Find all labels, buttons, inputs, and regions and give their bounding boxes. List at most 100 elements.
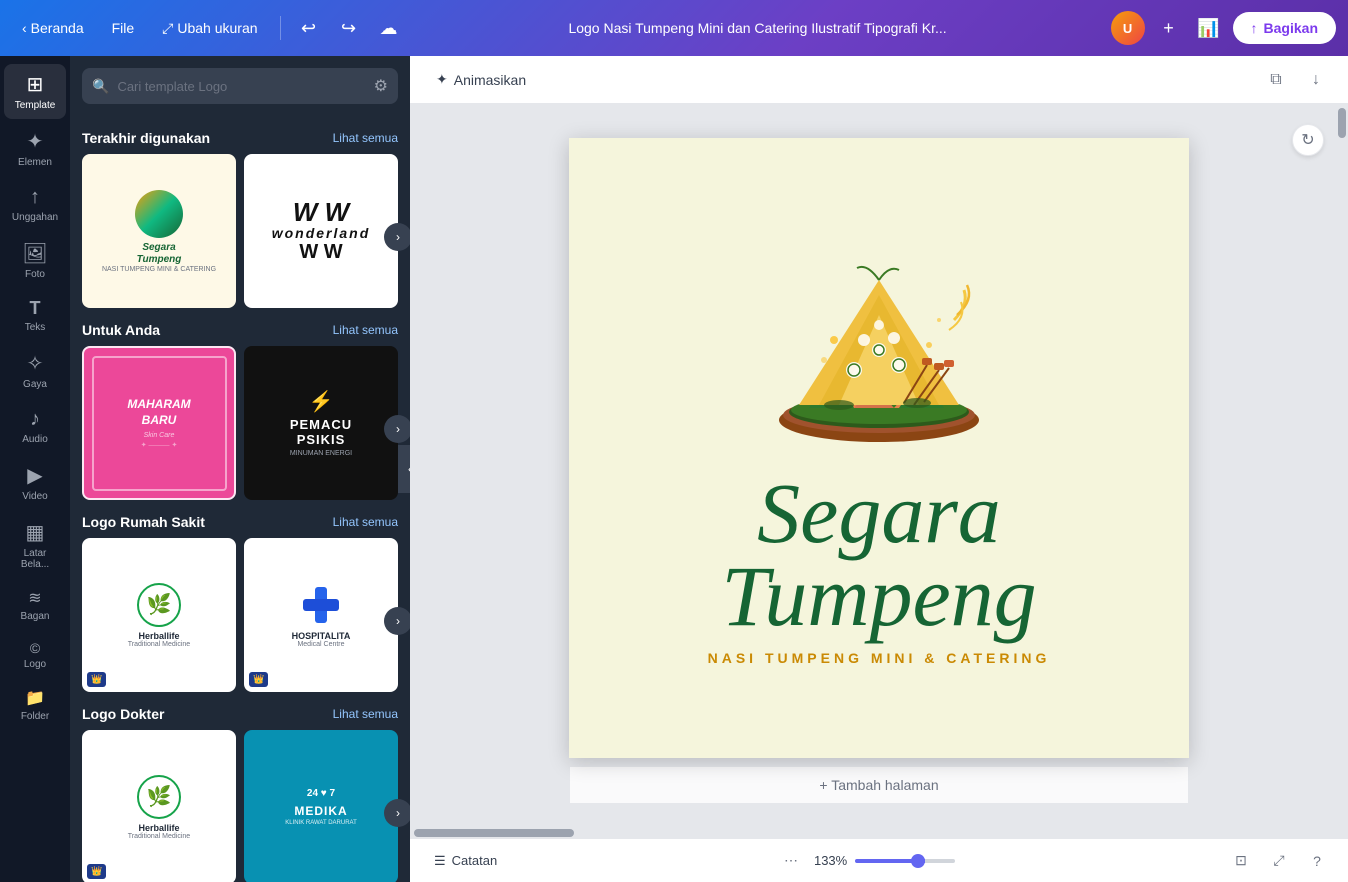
- tumpeng-svg: [739, 230, 1019, 450]
- add-page-bar[interactable]: + Tambah halaman: [569, 766, 1189, 804]
- bottom-bar: ☰ Catatan ⋯ 133% ⊡ ⤢ ?: [410, 838, 1348, 882]
- sidebar-label-elemen: Elemen: [18, 157, 52, 168]
- ww-text: W W: [272, 199, 371, 225]
- template-card-hospitalita[interactable]: HOSPITALITA Medical Centre 👑: [244, 538, 398, 692]
- share-label: Bagikan: [1264, 20, 1318, 36]
- panel-collapse-button[interactable]: ‹: [398, 445, 410, 493]
- section-title-recently: Terakhir digunakan: [82, 130, 210, 146]
- undo-button[interactable]: ↩: [293, 12, 325, 44]
- download-icon: ↓: [1312, 71, 1320, 89]
- sidebar-item-folder[interactable]: 📁 Folder: [4, 680, 66, 730]
- template-card-medika[interactable]: 24 ♥ 7 MEDIKA KLINIK RAWAT DARURAT: [244, 730, 398, 882]
- ww-sub2: W W: [272, 241, 371, 264]
- file-label: File: [112, 20, 135, 36]
- ww-card-content: W W wonderland W W: [272, 199, 371, 264]
- help-button[interactable]: ?: [1302, 846, 1332, 876]
- page-number-button[interactable]: ⊡: [1226, 846, 1256, 876]
- dokter-next-arrow[interactable]: ›: [384, 799, 410, 827]
- premium-badge-hosp: 👑: [249, 672, 268, 687]
- panel-search: 🔍 ⚙: [70, 56, 410, 116]
- sidebar-item-template[interactable]: ⊞ Template: [4, 64, 66, 119]
- sidebar-item-unggahan[interactable]: ↑ Unggahan: [4, 178, 66, 231]
- sidebar-item-logo[interactable]: © Logo: [4, 632, 66, 678]
- beranda-button[interactable]: ‹ Beranda: [12, 14, 94, 42]
- see-all-rs[interactable]: Lihat semua: [333, 515, 398, 529]
- sidebar-item-gaya[interactable]: ✧ Gaya: [4, 343, 66, 398]
- dots-icon: ⋯: [784, 852, 798, 869]
- section-for-you: Untuk Anda Lihat semua MAHARAMBARU Skin …: [82, 322, 398, 500]
- template-card-herba2[interactable]: 🌿 Herballife Traditional Medicine 👑: [82, 730, 236, 882]
- rotate-button[interactable]: ↻: [1292, 124, 1324, 156]
- sidebar-item-video[interactable]: ▶ Video: [4, 455, 66, 510]
- rs-next-arrow[interactable]: ›: [384, 607, 410, 635]
- sidebar-item-elemen[interactable]: ✦ Elemen: [4, 121, 66, 176]
- zoom-slider[interactable]: [855, 859, 955, 863]
- h-scroll-thumb[interactable]: [414, 829, 574, 837]
- vertical-scrollbar[interactable]: [1336, 104, 1348, 794]
- herba2-sub: Traditional Medicine: [128, 833, 190, 840]
- template-card-herba1[interactable]: 🌿 Herballife Traditional Medicine 👑: [82, 538, 236, 692]
- chart-icon: ≋: [28, 588, 41, 608]
- pemacu-sub: MINUMAN ENERGI: [290, 450, 352, 457]
- fit-screen-button[interactable]: ⤢: [1264, 846, 1294, 876]
- herba-name: Herballife: [138, 631, 179, 641]
- bottom-right: ⊡ ⤢ ?: [1226, 846, 1332, 876]
- video-icon: ▶: [27, 463, 42, 488]
- see-all-for-you[interactable]: Lihat semua: [333, 323, 398, 337]
- canvas-viewport[interactable]: ↻: [410, 104, 1348, 838]
- stats-button[interactable]: 📊: [1193, 12, 1225, 44]
- file-button[interactable]: File: [102, 14, 145, 42]
- panel-content: Terakhir digunakan Lihat semua SegaraTum…: [70, 116, 410, 882]
- download-page-button[interactable]: ↓: [1300, 64, 1332, 96]
- search-input[interactable]: [117, 79, 365, 94]
- v-scroll-thumb[interactable]: [1338, 108, 1346, 138]
- page-number-icon: ⊡: [1235, 852, 1247, 869]
- segara-logo-circle: [135, 190, 183, 238]
- notes-button[interactable]: ☰ Catatan: [426, 847, 505, 875]
- cloud-button[interactable]: ☁: [373, 12, 405, 44]
- notes-icon: ☰: [434, 853, 446, 869]
- canvas-area: ✦ Animasikan ⧉ ↓ ↻: [410, 56, 1348, 882]
- medika-name: MEDIKA: [294, 804, 347, 818]
- animate-button[interactable]: ✦ Animasikan: [426, 65, 536, 94]
- premium-badge-herba2: 👑: [87, 864, 106, 879]
- redo-icon: ↪: [341, 18, 356, 39]
- for-you-next-arrow[interactable]: ›: [384, 415, 410, 443]
- sidebar-item-foto[interactable]: 🖼 Foto: [4, 233, 66, 288]
- maharam-text: MAHARAMBARU: [127, 397, 190, 428]
- share-button[interactable]: ↑ Bagikan: [1233, 12, 1336, 44]
- ubah-ukuran-button[interactable]: ⤢ Ubah ukuran: [152, 14, 267, 43]
- medika-top: 24 ♥ 7: [307, 788, 335, 800]
- stats-icon: 📊: [1197, 18, 1219, 39]
- section-title-dokter: Logo Dokter: [82, 706, 164, 722]
- ubah-ukuran-label: Ubah ukuran: [177, 20, 257, 36]
- horizontal-scrollbar[interactable]: [410, 826, 1336, 838]
- sidebar-label-foto: Foto: [25, 269, 45, 280]
- filter-icon[interactable]: ⚙: [374, 76, 388, 96]
- duplicate-page-button[interactable]: ⧉: [1260, 64, 1292, 96]
- recently-next-arrow[interactable]: ›: [384, 223, 410, 251]
- sidebar-item-audio[interactable]: ♪ Audio: [4, 400, 66, 453]
- premium-badge-herba1: 👑: [87, 672, 106, 687]
- template-card-ww[interactable]: W W wonderland W W: [244, 154, 398, 308]
- add-collaborator-button[interactable]: +: [1153, 12, 1185, 44]
- sidebar-item-teks[interactable]: T Teks: [4, 290, 66, 341]
- page-nav-dots-button[interactable]: ⋯: [776, 846, 806, 876]
- search-box: 🔍 ⚙: [82, 68, 398, 104]
- template-card-segara[interactable]: SegaraTumpeng NASI TUMPENG MINI & CATERI…: [82, 154, 236, 308]
- share-icon: ↑: [1251, 20, 1258, 36]
- sidebar-item-latar[interactable]: ▦ Latar Bela...: [4, 512, 66, 578]
- redo-button[interactable]: ↪: [333, 12, 365, 44]
- template-card-pemacu[interactable]: ⚡ PEMACUPSIKIS MINUMAN ENERGI: [244, 346, 398, 500]
- section-header-for-you: Untuk Anda Lihat semua: [82, 322, 398, 338]
- see-all-recently[interactable]: Lihat semua: [333, 131, 398, 145]
- canvas-page-1[interactable]: Segara Tumpeng NASI TUMPENG MINI & CATER…: [569, 138, 1189, 758]
- sidebar-item-bagan[interactable]: ≋ Bagan: [4, 580, 66, 630]
- template-card-maharam[interactable]: MAHARAMBARU Skin Care ✦ ——— ✦: [82, 346, 236, 500]
- template-grid-recently: SegaraTumpeng NASI TUMPENG MINI & CATERI…: [82, 154, 398, 308]
- section-logo-rs: Logo Rumah Sakit Lihat semua 🌿 Herballif…: [82, 514, 398, 692]
- template-icon: ⊞: [27, 72, 44, 97]
- herba-leaf-icon: 🌿: [147, 592, 172, 617]
- user-avatar[interactable]: U: [1111, 11, 1145, 45]
- see-all-dokter[interactable]: Lihat semua: [333, 707, 398, 721]
